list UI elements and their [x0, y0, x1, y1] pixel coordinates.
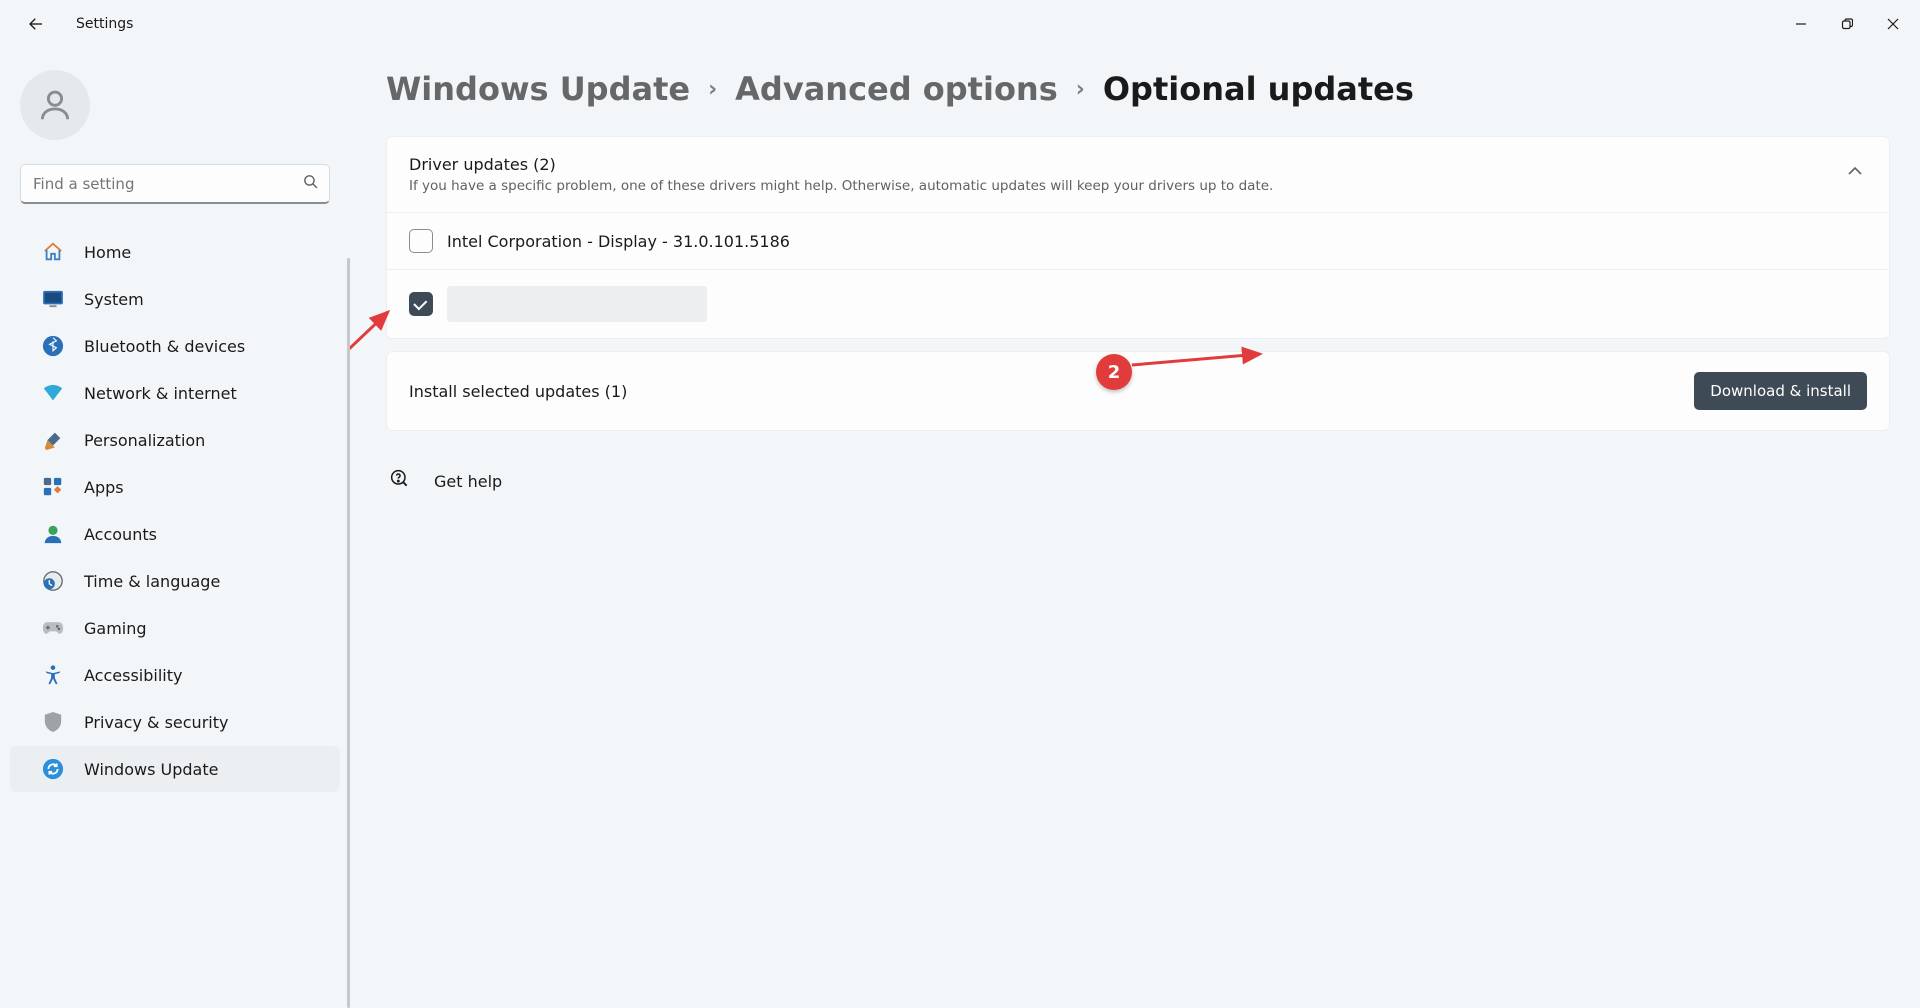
gaming-icon [42, 617, 64, 639]
driver-updates-card: Driver updates (2) If you have a specifi… [386, 136, 1890, 339]
search-input[interactable] [20, 164, 330, 204]
system-icon [42, 288, 64, 310]
window-title: Settings [76, 16, 133, 32]
main-content: Windows Update › Advanced options › Opti… [350, 48, 1920, 1008]
sidebar-item-label: Accessibility [84, 666, 182, 685]
sidebar-item-label: Gaming [84, 619, 147, 638]
sidebar-item-accounts[interactable]: Accounts [10, 511, 340, 557]
bluetooth-icon [42, 335, 64, 357]
sidebar-item-label: Personalization [84, 431, 205, 450]
sidebar-item-label: Windows Update [84, 760, 218, 779]
close-button[interactable] [1870, 4, 1916, 44]
sidebar: Home System Bluetooth & devices Network … [0, 48, 350, 1008]
help-icon [390, 469, 410, 493]
sidebar-item-label: Apps [84, 478, 124, 497]
update-checkbox[interactable] [409, 292, 433, 316]
sidebar-item-bluetooth[interactable]: Bluetooth & devices [10, 323, 340, 369]
sidebar-item-home[interactable]: Home [10, 229, 340, 275]
sidebar-item-network[interactable]: Network & internet [10, 370, 340, 416]
driver-updates-title: Driver updates (2) [409, 155, 1833, 174]
sidebar-item-label: Bluetooth & devices [84, 337, 245, 356]
update-checkbox[interactable] [409, 229, 433, 253]
sidebar-item-personalization[interactable]: Personalization [10, 417, 340, 463]
sidebar-item-gaming[interactable]: Gaming [10, 605, 340, 651]
time-language-icon [42, 570, 64, 592]
chevron-right-icon: › [708, 77, 717, 102]
breadcrumb-advanced-options[interactable]: Advanced options [735, 70, 1058, 108]
sidebar-item-time-language[interactable]: Time & language [10, 558, 340, 604]
update-label: Intel Corporation - Display - 31.0.101.5… [447, 232, 790, 251]
chevron-up-icon[interactable] [1847, 161, 1863, 180]
sidebar-item-label: Home [84, 243, 131, 262]
user-avatar[interactable] [20, 70, 90, 140]
accessibility-icon [42, 664, 64, 686]
network-icon [42, 382, 64, 404]
sidebar-item-privacy[interactable]: Privacy & security [10, 699, 340, 745]
get-help-label: Get help [434, 472, 502, 491]
sidebar-item-label: System [84, 290, 144, 309]
install-selected-card: Install selected updates (1) Download & … [386, 351, 1890, 431]
breadcrumb-windows-update[interactable]: Windows Update [386, 70, 690, 108]
minimize-button[interactable] [1778, 4, 1824, 44]
personalization-icon [42, 429, 64, 451]
sidebar-item-apps[interactable]: Apps [10, 464, 340, 510]
search-field[interactable] [33, 175, 289, 193]
driver-updates-subtext: If you have a specific problem, one of t… [409, 178, 1833, 194]
back-button[interactable] [24, 12, 48, 36]
download-install-button[interactable]: Download & install [1694, 372, 1867, 410]
update-row[interactable] [387, 270, 1889, 338]
sidebar-item-label: Accounts [84, 525, 157, 544]
maximize-button[interactable] [1824, 4, 1870, 44]
driver-updates-header[interactable]: Driver updates (2) If you have a specifi… [387, 137, 1889, 213]
home-icon [42, 241, 64, 263]
sidebar-item-label: Network & internet [84, 384, 237, 403]
sidebar-item-accessibility[interactable]: Accessibility [10, 652, 340, 698]
update-label-redacted [447, 286, 707, 322]
search-icon [302, 173, 319, 194]
sidebar-item-system[interactable]: System [10, 276, 340, 322]
privacy-icon [42, 711, 64, 733]
sidebar-item-windows-update[interactable]: Windows Update [10, 746, 340, 792]
get-help-link[interactable]: Get help [386, 469, 1890, 493]
install-selected-label: Install selected updates (1) [409, 382, 627, 401]
breadcrumb: Windows Update › Advanced options › Opti… [386, 70, 1890, 108]
titlebar: Settings [0, 0, 1920, 48]
sidebar-item-label: Privacy & security [84, 713, 228, 732]
breadcrumb-current: Optional updates [1103, 70, 1414, 108]
windows-update-icon [42, 758, 64, 780]
apps-icon [42, 476, 64, 498]
update-row[interactable]: Intel Corporation - Display - 31.0.101.5… [387, 213, 1889, 270]
sidebar-item-label: Time & language [84, 572, 220, 591]
accounts-icon [42, 523, 64, 545]
chevron-right-icon: › [1076, 77, 1085, 102]
